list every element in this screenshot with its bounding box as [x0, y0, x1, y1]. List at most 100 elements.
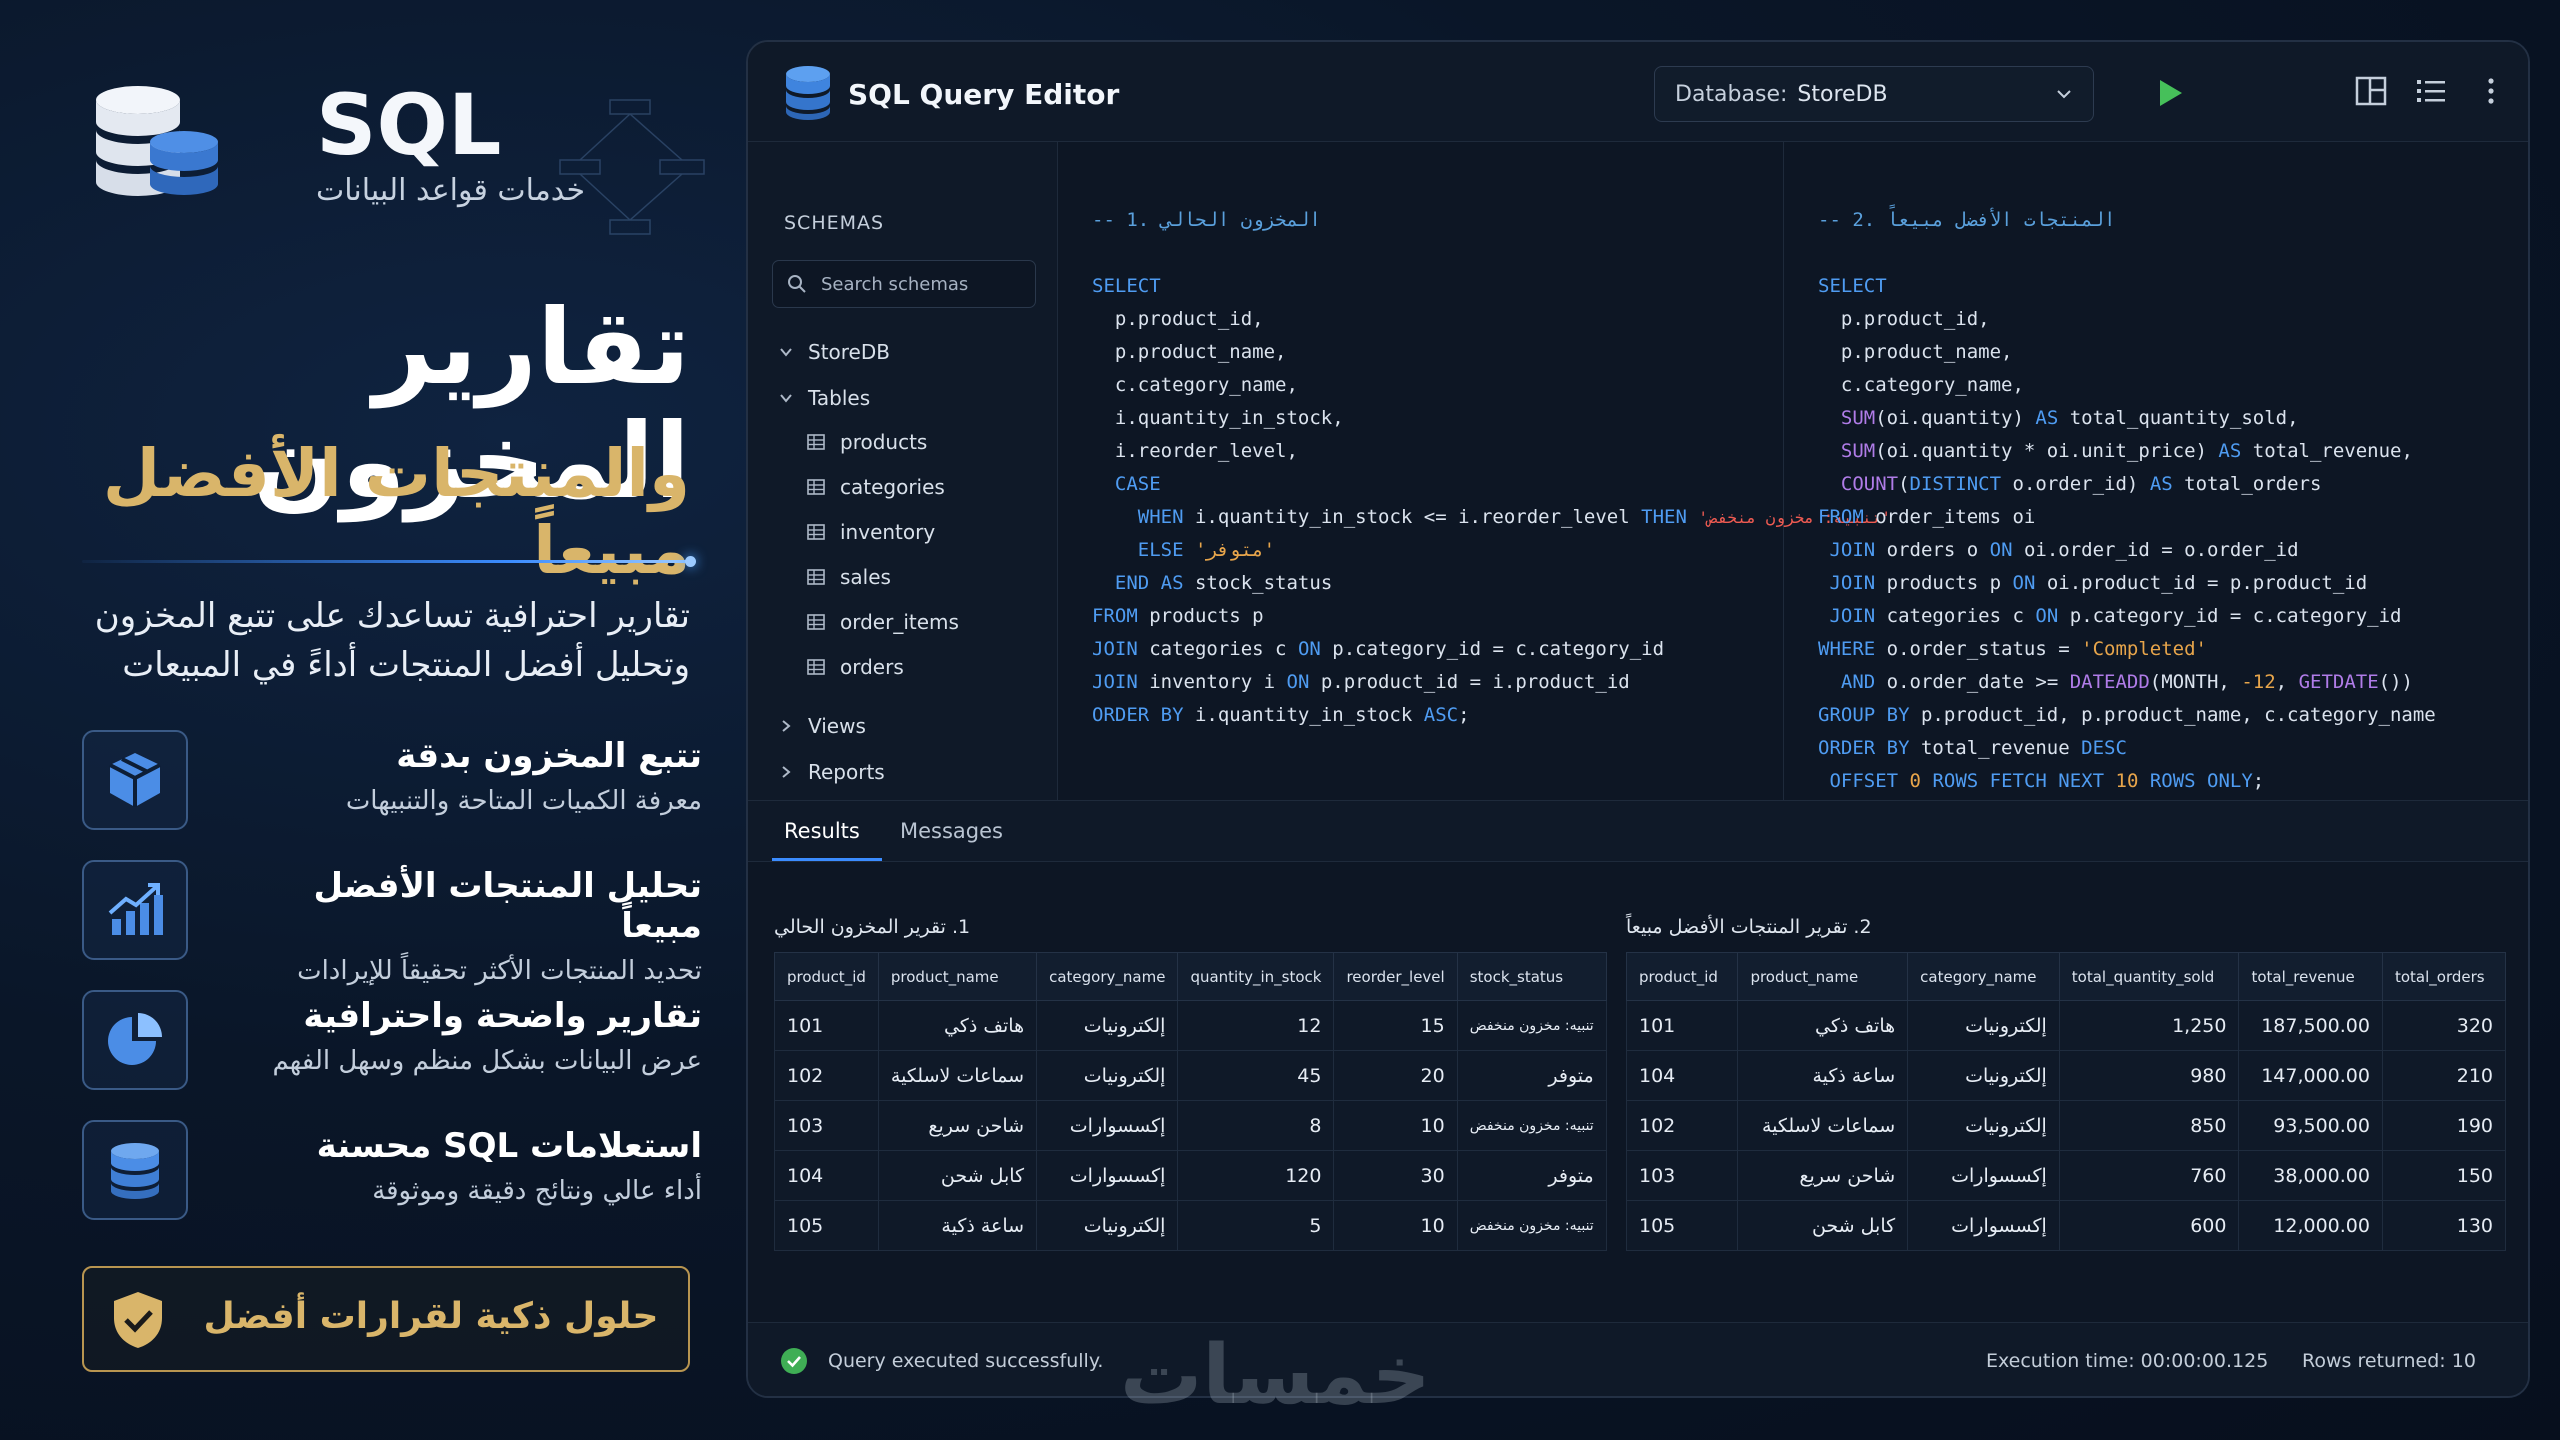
tree-node-views[interactable]: Views	[778, 710, 866, 742]
chevron-down-icon	[2057, 90, 2071, 99]
cell: 760	[2058, 1150, 2240, 1201]
tab-results[interactable]: Results	[784, 819, 860, 843]
column-header[interactable]: product_id	[1625, 952, 1739, 1001]
cell: 190	[2381, 1100, 2507, 1151]
table-row[interactable]: 103 شاحن سريع إكسسوارات 760 38,000.00 15…	[1625, 1150, 2507, 1201]
tree-table-orders[interactable]: orders	[806, 651, 904, 683]
tree-label: Views	[808, 714, 866, 738]
table-row[interactable]: 105 ساعة ذكية إلكترونيات 5 10 تنبيه: مخز…	[774, 1200, 1607, 1251]
column-header[interactable]: total_revenue	[2238, 952, 2383, 1001]
tree-node-tables[interactable]: Tables	[778, 382, 870, 414]
table-row[interactable]: 102 سماعات لاسلكية إلكترونيات 45 20 متوف…	[774, 1050, 1607, 1101]
code-block: -- 1. المخزون الحالي SELECT p.product_id…	[1092, 209, 1892, 726]
cell: 850	[2058, 1100, 2240, 1151]
cell: إكسسوارات	[1036, 1150, 1179, 1201]
table-row[interactable]: 101 هاتف ذكي إلكترونيات 1,250 187,500.00…	[1625, 1000, 2507, 1051]
tree-label: inventory	[840, 520, 936, 544]
cell: 101	[774, 1000, 879, 1051]
results-area: 1. تقرير المخزون الحالي product_id produ…	[748, 862, 2528, 1332]
schema-search[interactable]	[772, 260, 1036, 308]
editor-title: SQL Query Editor	[848, 78, 1120, 111]
feature-sql: استعلامات SQL محسنة أداء عالي ونتائج دقي…	[82, 1120, 702, 1220]
brand: SQL خدمات قواعد البيانات	[86, 80, 585, 210]
search-input[interactable]	[821, 271, 1021, 297]
column-header[interactable]: product_name	[1737, 952, 1909, 1001]
database-icon	[82, 1120, 188, 1220]
tree-label: order_items	[840, 610, 959, 634]
table-row[interactable]: 104 ساعة ذكية إلكترونيات 980 147,000.00 …	[1625, 1050, 2507, 1101]
table-icon	[807, 434, 825, 450]
tree-table-inventory[interactable]: inventory	[806, 516, 935, 548]
table-icon	[807, 524, 825, 540]
brand-title: SQL	[316, 75, 502, 174]
cell: 147,000.00	[2238, 1050, 2383, 1101]
query-editor-2[interactable]: -- 2. المنتجات الأفضل مبيعاً SELECT p.pr…	[1784, 142, 2528, 800]
tree-node-reports[interactable]: Reports	[778, 756, 885, 788]
database-stack-icon	[96, 86, 218, 196]
code-block: -- 2. المنتجات الأفضل مبيعاً SELECT p.pr…	[1818, 209, 2436, 792]
cell: كابل شحن	[877, 1150, 1038, 1201]
status-cell: متوفر	[1456, 1050, 1607, 1101]
status-cell: تنبيه: مخزون منخفض	[1456, 1100, 1607, 1151]
search-icon	[788, 275, 806, 293]
column-header[interactable]: category_name	[1907, 952, 2060, 1001]
feature-subtitle: تحديد المنتجات الأكثر تحقيقاً للإيرادات	[297, 956, 702, 986]
column-header[interactable]: quantity_in_stock	[1177, 952, 1335, 1001]
column-header[interactable]: stock_status	[1456, 952, 1607, 1001]
tree-node-storedb[interactable]: StoreDB	[778, 336, 890, 368]
tree-label: Reports	[808, 760, 885, 784]
feature-title: تحليل المنتجات الأفضل مبيعاً	[313, 866, 702, 946]
tab-messages[interactable]: Messages	[900, 819, 1003, 843]
cell: 101	[1625, 1000, 1739, 1051]
layout-icon[interactable]	[2354, 74, 2388, 108]
cell: 150	[2381, 1150, 2507, 1201]
cell: 38,000.00	[2238, 1150, 2383, 1201]
feature-title: تتبع المخزون بدقة	[396, 736, 702, 776]
cell: إلكترونيات	[1907, 1050, 2060, 1101]
chevron-right-icon	[782, 766, 791, 778]
execution-time-label: Execution time:	[1986, 1350, 2135, 1372]
cell: إلكترونيات	[1036, 1000, 1179, 1051]
database-select[interactable]: Database: StoreDB	[1654, 66, 2094, 122]
tree-label: orders	[840, 655, 904, 679]
cell: إلكترونيات	[1907, 1100, 2060, 1151]
tree-table-categories[interactable]: categories	[806, 471, 945, 503]
cta-label: حلول ذكية لقرارات أفضل	[203, 1296, 659, 1337]
tree-table-products[interactable]: products	[806, 426, 927, 458]
rows-returned: Rows returned: 10	[2302, 1350, 2476, 1372]
feature-subtitle: عرض البيانات بشكل منظم وسهل الفهم	[272, 1046, 703, 1076]
query-editor-1[interactable]: -- 1. المخزون الحالي SELECT p.product_id…	[1058, 142, 1891, 800]
table-row[interactable]: 102 سماعات لاسلكية إلكترونيات 850 93,500…	[1625, 1100, 2507, 1151]
table-row[interactable]: 101 هاتف ذكي إلكترونيات 12 15 تنبيه: مخز…	[774, 1000, 1607, 1051]
inventory-results-table[interactable]: product_id product_name category_name qu…	[774, 952, 1607, 1251]
table-row[interactable]: 103 شاحن سريع إكسسوارات 8 10 تنبيه: مخزو…	[774, 1100, 1607, 1151]
column-header[interactable]: category_name	[1036, 952, 1179, 1001]
list-icon[interactable]	[2414, 74, 2448, 108]
column-header[interactable]: total_quantity_sold	[2058, 952, 2240, 1001]
column-header[interactable]: product_name	[877, 952, 1038, 1001]
column-header[interactable]: reorder_level	[1333, 952, 1458, 1001]
database-label: Database:	[1675, 81, 1788, 107]
cell: هاتف ذكي	[1737, 1000, 1909, 1051]
tree-table-order-items[interactable]: order_items	[806, 606, 959, 638]
table-icon	[807, 569, 825, 585]
shield-check-icon	[114, 1292, 162, 1348]
more-vertical-icon[interactable]	[2474, 74, 2508, 108]
column-header[interactable]: product_id	[774, 952, 879, 1001]
table-row[interactable]: 104 كابل شحن إكسسوارات 120 30 متوفر	[774, 1150, 1607, 1201]
cell: شاحن سريع	[877, 1100, 1038, 1151]
table-row[interactable]: 105 كابل شحن إكسسوارات 600 12,000.00 130	[1625, 1200, 2507, 1251]
column-header[interactable]: total_orders	[2381, 952, 2507, 1001]
play-icon[interactable]	[2152, 76, 2186, 110]
sidebar-heading: SCHEMAS	[784, 212, 885, 234]
tree-table-sales[interactable]: sales	[806, 561, 891, 593]
cell: ساعة ذكية	[1737, 1050, 1909, 1101]
cta-banner[interactable]: حلول ذكية لقرارات أفضل	[82, 1266, 690, 1372]
top-products-results-table[interactable]: product_id product_name category_name to…	[1625, 952, 2507, 1251]
cell: 30	[1333, 1150, 1458, 1201]
cell: 120	[1177, 1150, 1335, 1201]
status-bar: Query executed successfully. Execution t…	[748, 1322, 2528, 1396]
chevron-down-icon	[780, 348, 792, 357]
sql-editor-window: SQL Query Editor Database: StoreDB SCHEM…	[746, 40, 2530, 1398]
cell: 103	[1625, 1150, 1739, 1201]
